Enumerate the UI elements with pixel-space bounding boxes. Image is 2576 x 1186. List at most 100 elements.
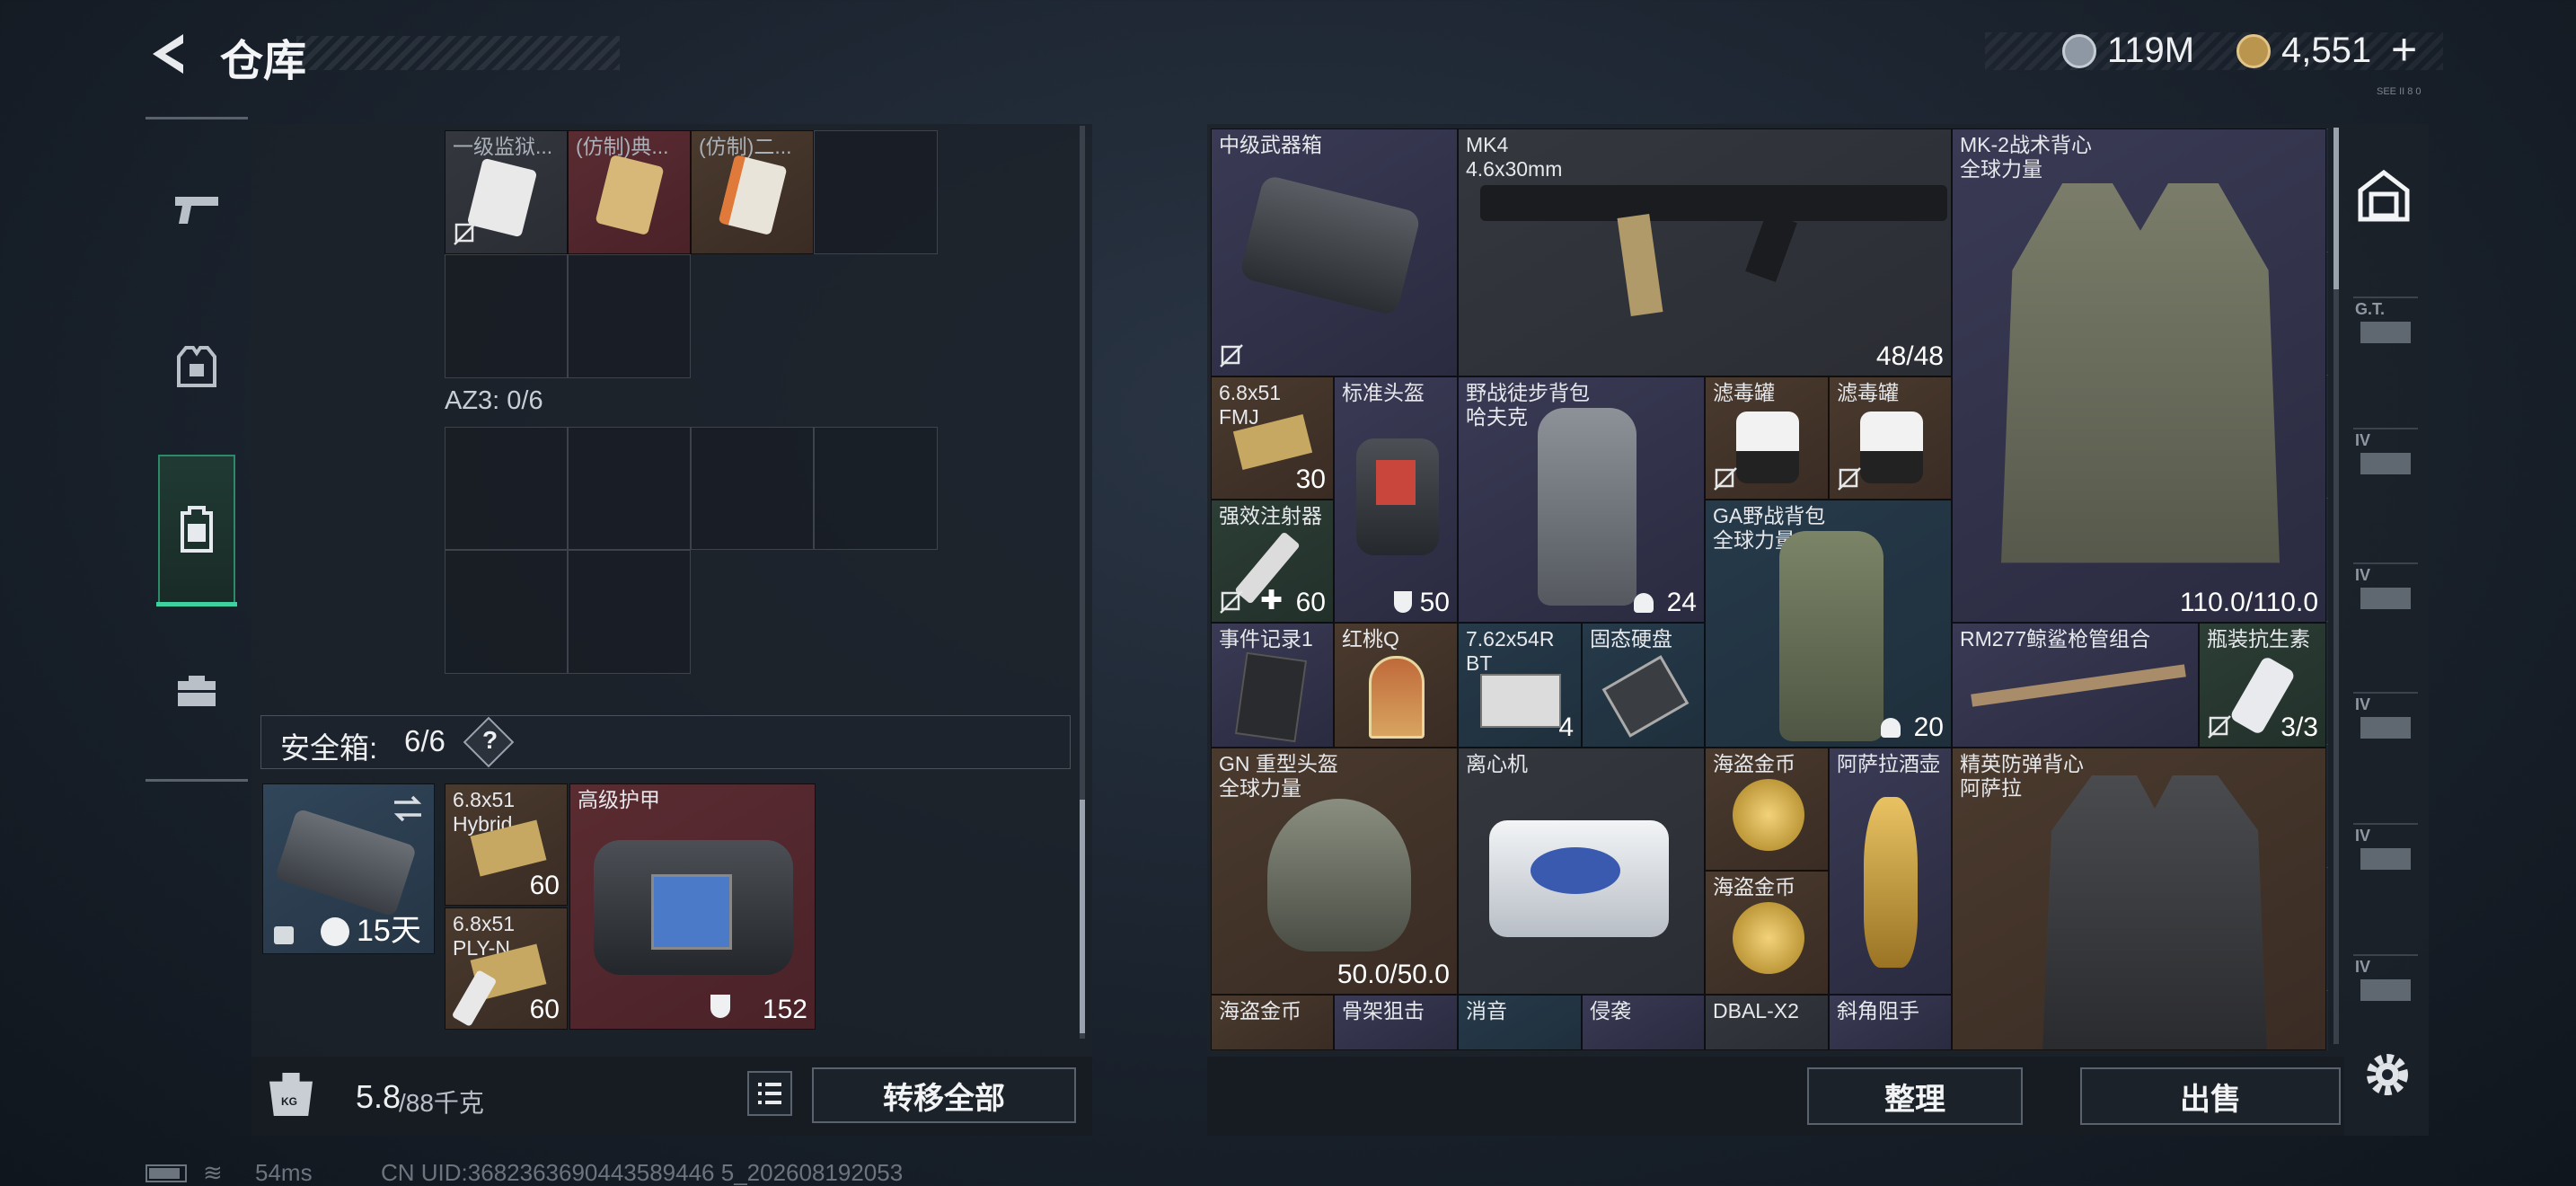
inventory-item[interactable]: 海盗金币 xyxy=(1211,995,1334,1050)
inventory-item[interactable]: 斜角阻手 xyxy=(1829,995,1952,1050)
shield-icon xyxy=(710,995,730,1018)
gear-icon xyxy=(2367,1054,2408,1095)
helmet-patch xyxy=(1376,460,1416,505)
vest-image xyxy=(2001,183,2280,563)
inventory-item[interactable]: 强效注射器 ✚ 60 xyxy=(1211,500,1334,623)
sort-button[interactable]: 整理 xyxy=(1807,1067,2023,1125)
inventory-item[interactable]: MK-2战术背心 全球力量 110.0/110.0 xyxy=(1952,128,2326,623)
inventory-item[interactable]: RM277鲸鲨枪管组合 xyxy=(1952,623,2199,748)
safebox-count: 6/6 xyxy=(404,724,446,757)
grid-slot[interactable] xyxy=(445,254,568,378)
grid-slot[interactable] xyxy=(445,427,568,550)
nav-backpack-tab[interactable] xyxy=(158,455,235,604)
weight-icon xyxy=(1881,718,1901,738)
right-scrollbar[interactable] xyxy=(2333,128,2339,1044)
inventory-item[interactable]: 6.8x51 PLY-N 60 xyxy=(445,907,568,1030)
vest-image xyxy=(2042,775,2267,1049)
inventory-item[interactable]: 瓶装抗生素 3/3 xyxy=(2199,623,2326,748)
inventory-item[interactable]: 高级护甲 152 xyxy=(569,783,816,1030)
injector-image xyxy=(451,969,498,1027)
inventory-item[interactable]: 标准头盔 50 xyxy=(1334,376,1458,623)
grid-slot[interactable] xyxy=(445,550,568,674)
inventory-item[interactable]: 滤毒罐 xyxy=(1705,376,1829,500)
inventory-item[interactable]: 离心机 xyxy=(1458,748,1705,995)
inventory-item[interactable]: GA野战背包 全球力量 20 xyxy=(1705,500,1952,748)
title-underline xyxy=(296,36,620,70)
no-trade-icon xyxy=(1838,467,1861,491)
back-icon[interactable] xyxy=(144,27,198,81)
inventory-item[interactable]: 红桃Q xyxy=(1334,623,1458,748)
swap-icon[interactable] xyxy=(391,793,425,824)
inventory-item[interactable]: 6.8x51 FMJ 30 xyxy=(1211,376,1334,500)
inventory-item[interactable]: 精英防弹背心 阿萨拉 xyxy=(1952,748,2326,1050)
safebox-timer: 15天 xyxy=(357,914,421,948)
inventory-item[interactable]: 海盗金币 xyxy=(1705,871,1829,995)
storage-tab-main[interactable] xyxy=(2355,167,2413,225)
inventory-item[interactable]: 野战徒步背包 哈夫克 24 xyxy=(1458,376,1705,623)
inventory-item[interactable]: DBAL-X2 xyxy=(1705,995,1829,1050)
centrifuge-rotor xyxy=(1531,847,1620,894)
no-trade-icon xyxy=(2208,715,2231,739)
inventory-item[interactable]: 中级武器箱 xyxy=(1211,128,1458,376)
inventory-item[interactable]: GN 重型头盔 全球力量 50.0/50.0 xyxy=(1211,748,1458,995)
grid-slot[interactable] xyxy=(691,427,814,550)
grid-slot[interactable] xyxy=(814,427,938,550)
barrel-image xyxy=(1971,664,2186,707)
add-currency-button[interactable]: + xyxy=(2391,23,2417,75)
currency-1: 119M xyxy=(2107,31,2195,70)
inventory-item[interactable]: 阿萨拉酒壶 xyxy=(1829,748,1952,995)
notebook-image xyxy=(1234,651,1308,743)
coin-image xyxy=(1733,902,1804,974)
nav-weapons-tab[interactable] xyxy=(158,171,235,248)
ammo-crate-icon xyxy=(2360,848,2411,870)
safebox-container[interactable]: 15天 xyxy=(262,783,435,954)
pistol-icon xyxy=(175,197,218,224)
storage-tab[interactable]: IV xyxy=(2353,562,2418,613)
rifle-mag xyxy=(1617,214,1663,316)
inventory-item[interactable]: 6.8x51 Hybrid 60 xyxy=(445,783,568,906)
wifi-icon: ≋ xyxy=(203,1159,223,1186)
inventory-item[interactable]: (仿制)典... xyxy=(568,130,691,254)
filter-image xyxy=(1860,412,1923,483)
inventory-item[interactable]: MK4 4.6x30mm 48/48 xyxy=(1458,128,1952,376)
grid-slot[interactable] xyxy=(568,427,691,550)
inventory-item[interactable]: 侵袭 xyxy=(1582,995,1705,1050)
nav-active-indicator xyxy=(156,602,237,606)
inventory-item[interactable]: 7.62x54R BT 4 xyxy=(1458,623,1582,748)
left-scrollbar[interactable] xyxy=(1080,126,1085,1039)
inventory-item[interactable]: (仿制)二... xyxy=(691,130,814,254)
ammo-crate-icon xyxy=(2360,322,2411,343)
inventory-item[interactable]: 骨架狙击 xyxy=(1334,995,1458,1050)
transfer-all-button[interactable]: 转移全部 xyxy=(812,1067,1076,1123)
settings-button[interactable] xyxy=(2360,1048,2414,1102)
storage-tab[interactable]: IV xyxy=(2353,954,2418,1005)
nav-case-tab[interactable] xyxy=(158,652,235,730)
inventory-item[interactable]: 固态硬盘 xyxy=(1582,623,1705,748)
clock-icon xyxy=(321,917,349,946)
inventory-item[interactable]: 一级监狱... xyxy=(445,130,568,254)
nav-equipment-tab[interactable] xyxy=(158,329,235,406)
inventory-item[interactable]: 消音 xyxy=(1458,995,1582,1050)
home-icon xyxy=(2358,169,2410,222)
inventory-item[interactable]: 滤毒罐 xyxy=(1829,376,1952,500)
storage-tab[interactable]: IV xyxy=(2353,428,2418,478)
sell-button[interactable]: 出售 xyxy=(2080,1067,2341,1125)
token-icon xyxy=(2236,34,2271,68)
helmet-image xyxy=(1267,799,1411,951)
inventory-item[interactable]: 事件记录1 xyxy=(1211,623,1334,748)
az3-label: AZ3: 0/6 xyxy=(445,386,543,415)
grid-slot[interactable] xyxy=(568,254,691,378)
briefcase-icon xyxy=(178,676,216,706)
inventory-item[interactable]: 海盗金币 xyxy=(1705,748,1829,871)
rifle-image xyxy=(1480,185,1947,221)
storage-tab[interactable]: G.T. xyxy=(2353,296,2418,347)
shield-icon xyxy=(1394,591,1412,613)
card-image xyxy=(1369,656,1425,739)
grid-slot[interactable] xyxy=(568,550,691,674)
storage-tab[interactable]: IV xyxy=(2353,823,2418,873)
grid-slot[interactable] xyxy=(814,130,938,254)
storage-tab[interactable]: IV xyxy=(2353,692,2418,742)
weight-icon xyxy=(1634,593,1654,613)
currency-bar xyxy=(1985,32,2443,70)
list-view-button[interactable] xyxy=(747,1071,792,1116)
